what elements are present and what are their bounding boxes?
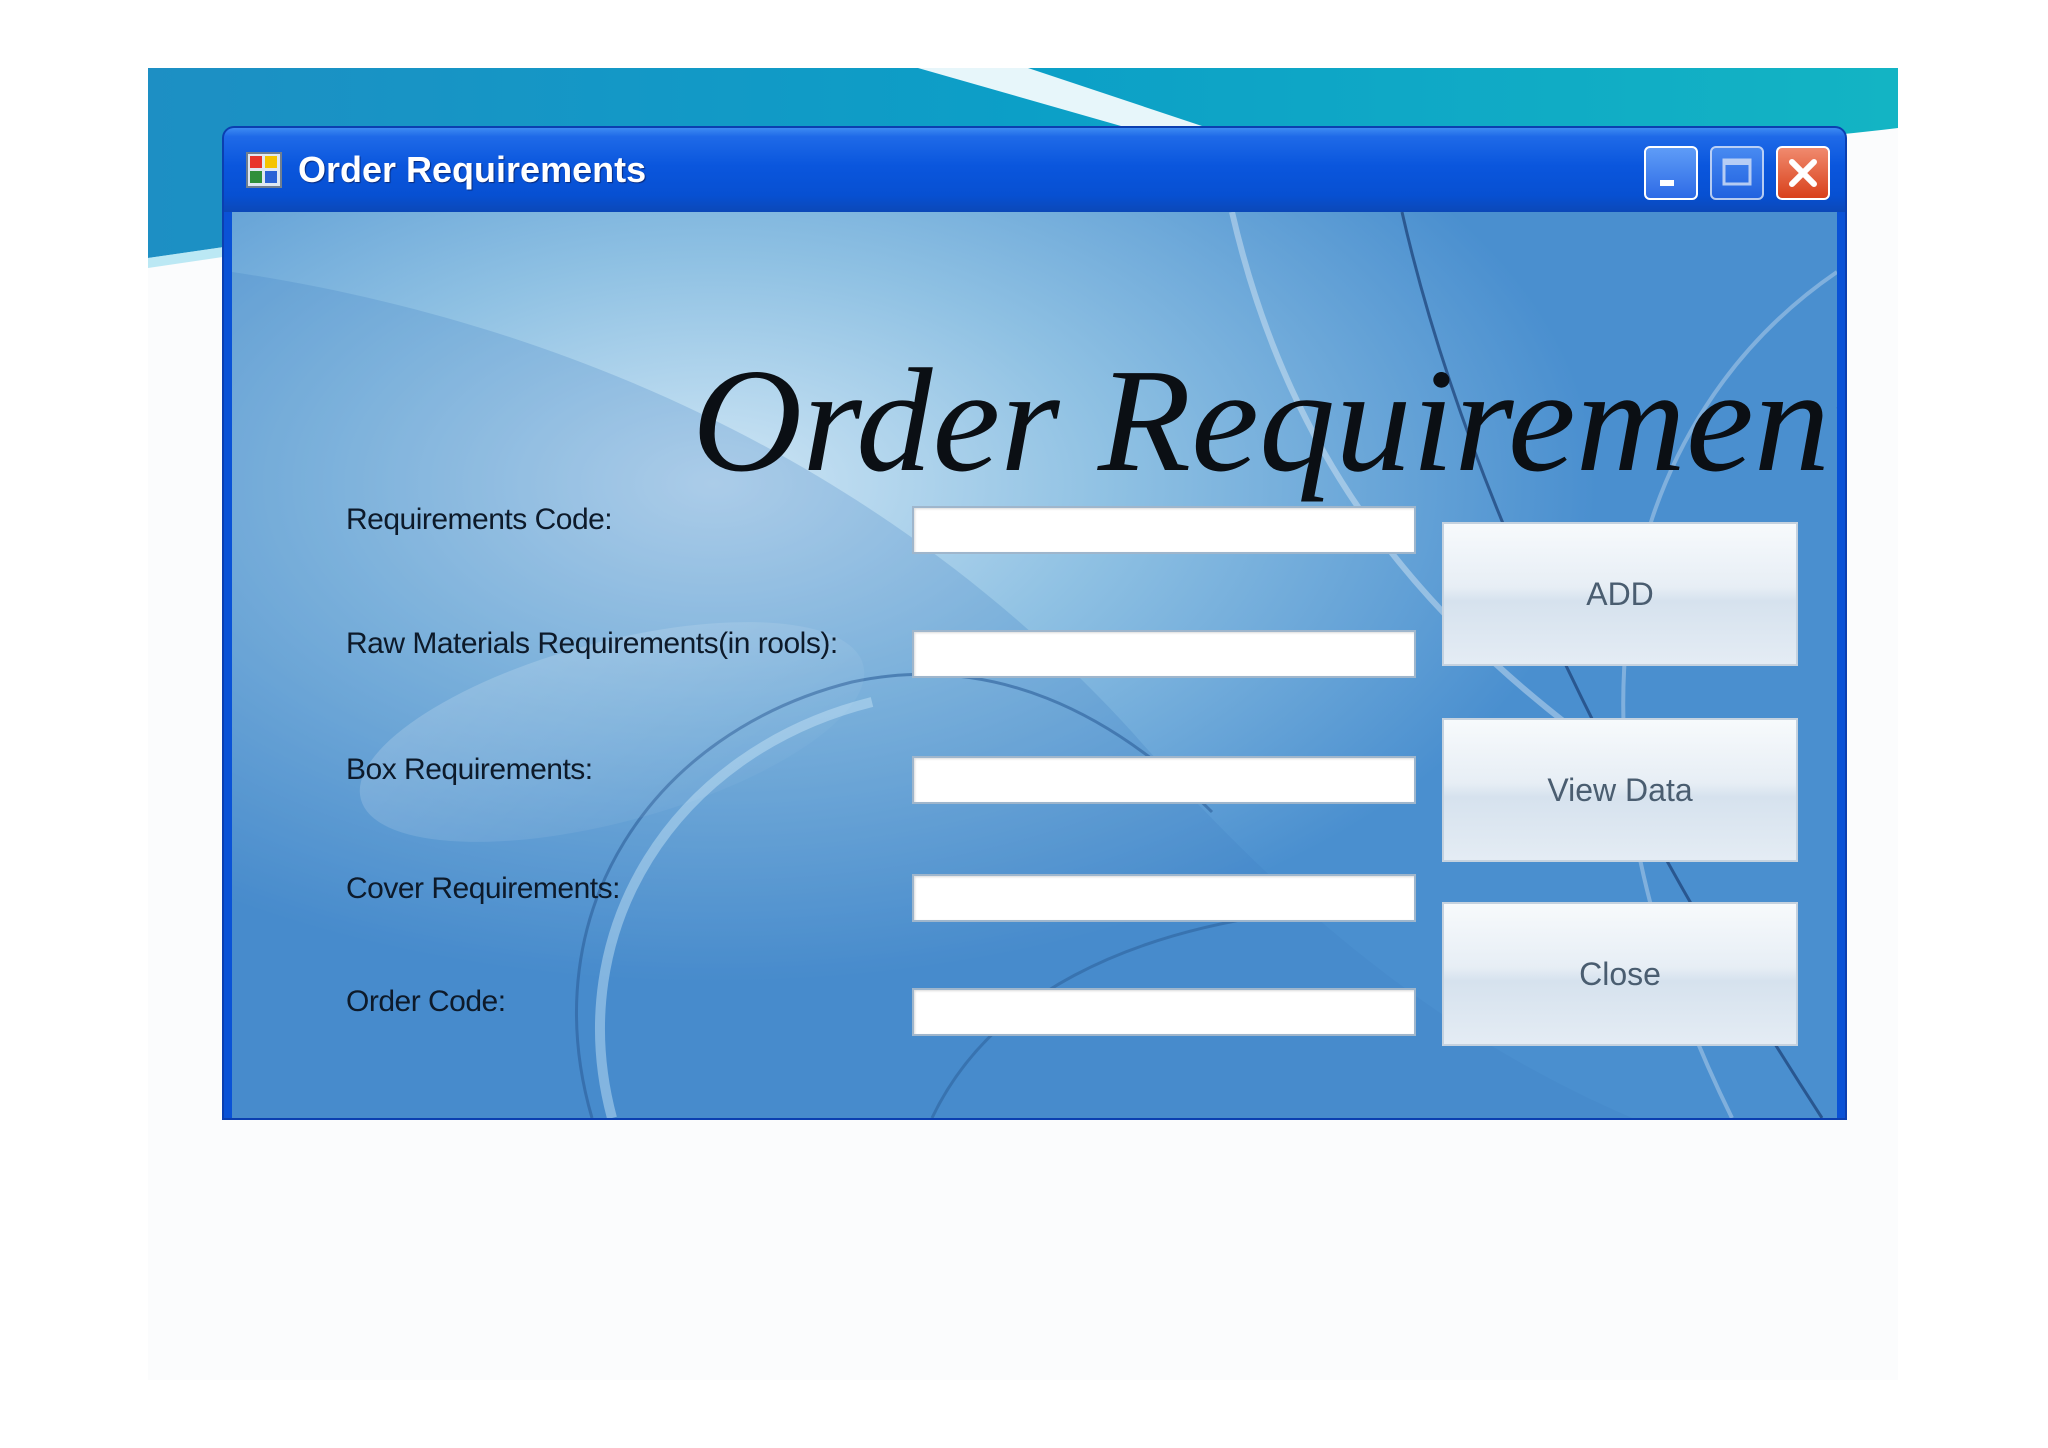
svg-text:Order Requirements: Order Requirements — [692, 352, 1837, 503]
add-button[interactable]: ADD — [1442, 522, 1798, 666]
cover-requirements-label: Cover Requirements: — [346, 872, 620, 905]
minimize-button[interactable] — [1644, 146, 1698, 200]
form-heading: Order Requirements — [692, 352, 1837, 503]
raw-materials-input[interactable] — [912, 630, 1416, 678]
cover-requirements-input[interactable] — [912, 874, 1416, 922]
window-title: Order Requirements — [298, 149, 647, 190]
box-requirements-label: Box Requirements: — [346, 753, 593, 786]
maximize-button[interactable] — [1710, 146, 1764, 200]
requirements-code-label: Requirements Code: — [346, 503, 613, 536]
raw-materials-label: Raw Materials Requirements(in rools): — [346, 627, 838, 660]
minimize-icon — [1660, 180, 1674, 186]
window-titlebar[interactable]: Order Requirements — [224, 128, 1845, 212]
box-requirements-input[interactable] — [912, 756, 1416, 804]
requirements-code-input[interactable] — [912, 506, 1416, 554]
order-code-label: Order Code: — [346, 985, 506, 1018]
order-code-input[interactable] — [912, 988, 1416, 1036]
form-client-area: Order Requirements Requirements Code: Ra… — [232, 212, 1837, 1118]
view-data-button[interactable]: View Data — [1442, 718, 1798, 862]
close-icon — [1789, 159, 1817, 187]
slide-page: Order Requirements Order Requirements Re… — [0, 0, 2048, 1448]
maximize-icon — [1722, 158, 1752, 186]
close-button[interactable]: Close — [1442, 902, 1798, 1046]
app-icon — [246, 152, 282, 188]
close-window-button[interactable] — [1776, 146, 1830, 200]
order-requirements-window: Order Requirements Order Requirements Re… — [224, 128, 1845, 1118]
